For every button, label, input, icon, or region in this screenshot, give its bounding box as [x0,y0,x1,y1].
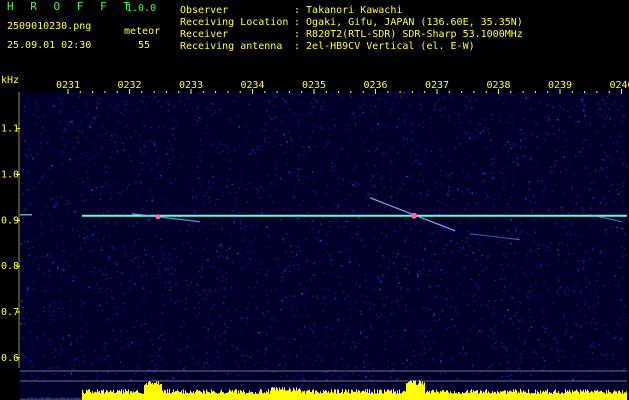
app-version: 1.0.0 [126,3,157,14]
meteor-head-1 [155,214,161,220]
header-panel: H R O F F T 1.0.0 2509010230.png meteor … [0,0,629,72]
freq-unit-label: kHz [1,75,19,86]
plot-background [20,92,627,400]
receiver-label: Receiver [180,29,229,40]
location-label: Receiving Location [180,17,289,28]
time-tick-label: 0239 [548,80,572,91]
meteor-label: meteor [124,26,161,37]
time-tick-label: 0232 [117,80,141,91]
time-tick-label: 0233 [179,80,203,91]
time-tick-label: 0231 [56,80,80,91]
time-tick-label: 0234 [240,80,264,91]
observer-label: Observer [180,5,229,16]
time-tick-label: 0237 [425,80,449,91]
file-name: 2509010230.png [7,21,92,32]
antenna-value: : 2el-HB9CV Vertical (el. E-W) [294,41,475,52]
time-tick-label: 0235 [302,80,326,91]
time-tick-label: 0240 [609,80,629,91]
receiver-value: : R820T2(RTL-SDR) SDR-Sharp 53.1000MHz [294,29,523,40]
antenna-label: Receiving antenna [180,41,283,52]
time-tick-label: 0238 [486,80,510,91]
meteor-head-2 [411,212,417,219]
app-name: H R O F F T [7,0,135,13]
location-value: : Ogaki, Gifu, JAPAN (136.60E, 35.35N) [294,17,523,28]
meteor-count: 55 [138,40,151,51]
time-tick-label: 0236 [363,80,387,91]
observer-value: : Takanori Kawachi [294,5,403,16]
date-time: 25.09.01 02:30 [7,40,92,51]
